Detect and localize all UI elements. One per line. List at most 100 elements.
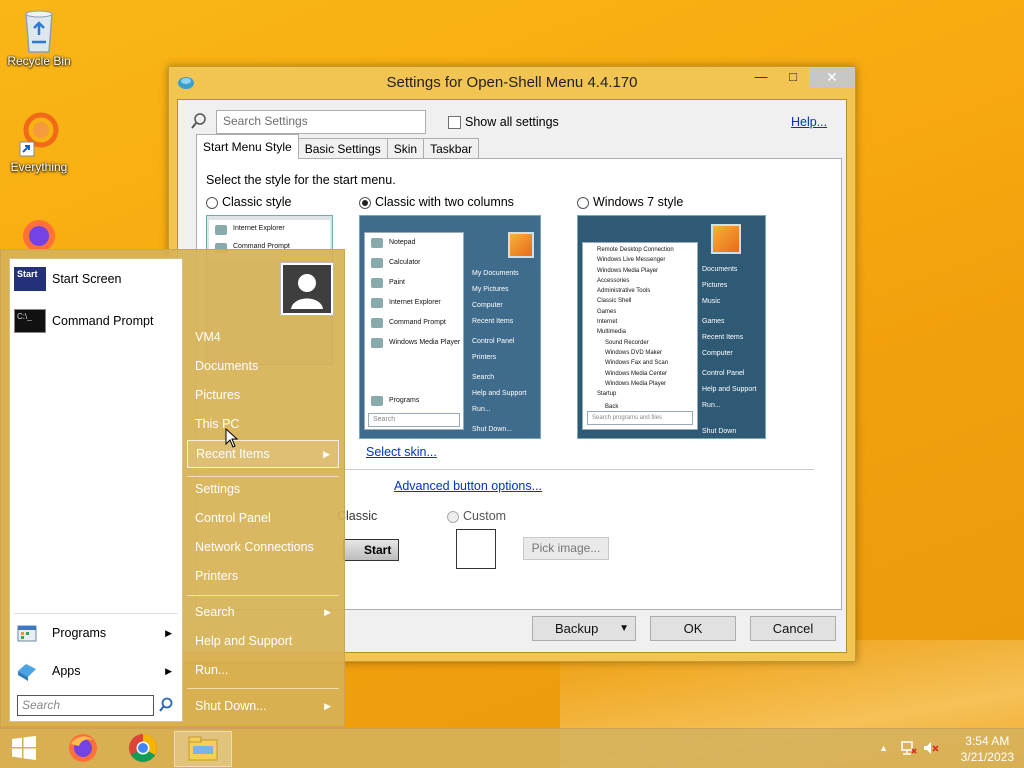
cmd-icon: C:\_ bbox=[14, 309, 46, 333]
search-settings-input[interactable]: Search Settings bbox=[216, 110, 426, 134]
two-columns-preview[interactable]: Notepad Calculator Paint Internet Explor… bbox=[359, 215, 541, 439]
start-menu-item-pictures[interactable]: Pictures bbox=[187, 382, 339, 408]
chevron-right-icon: ▶ bbox=[324, 607, 331, 617]
windows7-style-preview[interactable]: Remote Desktop Connection Windows Live M… bbox=[577, 215, 766, 439]
preview-item: Windows Media Player bbox=[597, 267, 659, 274]
maximize-button[interactable]: □ bbox=[777, 67, 809, 87]
preview-item: Music bbox=[702, 298, 721, 305]
preview-right-column: My Documents My Pictures Computer Recent… bbox=[472, 266, 538, 438]
search-icon[interactable] bbox=[158, 697, 174, 716]
start-menu-item-printers[interactable]: Printers bbox=[187, 563, 339, 589]
windows-start-button[interactable] bbox=[0, 731, 48, 767]
preview-item: Shut Down... bbox=[472, 426, 513, 433]
recycle-bin-shortcut[interactable]: Recycle Bin bbox=[0, 6, 78, 68]
radio-two-columns[interactable] bbox=[359, 196, 371, 209]
search-label: Search bbox=[195, 605, 235, 619]
radio-custom[interactable] bbox=[447, 510, 459, 523]
start-menu: Start Start Screen C:\_ Command Prompt P… bbox=[0, 249, 345, 727]
classic-style-radio[interactable]: Classic style bbox=[206, 195, 291, 209]
custom-button-radio[interactable]: Custom bbox=[447, 509, 506, 523]
preview-item: Help and Support bbox=[472, 390, 527, 397]
custom-button-label: Custom bbox=[463, 509, 507, 523]
ok-button[interactable]: OK bbox=[650, 616, 736, 641]
everything-icon bbox=[17, 112, 61, 157]
printers-label: Printers bbox=[195, 569, 239, 583]
checkbox-box[interactable] bbox=[448, 116, 461, 130]
taskbar-file-explorer[interactable] bbox=[174, 731, 232, 767]
programs-item[interactable]: Programs ▶ bbox=[14, 621, 178, 645]
radio-classic[interactable] bbox=[206, 196, 218, 209]
preview-item: Pictures bbox=[702, 282, 728, 289]
start-button-preview: Start bbox=[343, 539, 399, 561]
start-menu-item-this-pc[interactable]: This PC bbox=[187, 411, 339, 437]
show-hidden-icons-icon[interactable]: ▲ bbox=[879, 743, 888, 753]
start-search-input[interactable]: Search bbox=[17, 695, 154, 716]
start-menu-item-recent-items[interactable]: Recent Items ▶ bbox=[187, 440, 339, 468]
start-menu-item-vm4[interactable]: VM4 bbox=[187, 324, 339, 350]
windows-start-icon bbox=[11, 735, 37, 764]
chrome-icon bbox=[127, 732, 159, 767]
help-link[interactable]: Help... bbox=[791, 115, 827, 129]
custom-image-preview bbox=[456, 529, 496, 569]
start-menu-item-network-connections[interactable]: Network Connections bbox=[187, 534, 339, 560]
start-screen-label: Start Screen bbox=[52, 272, 122, 286]
show-all-settings-checkbox[interactable]: Show all settings bbox=[448, 115, 559, 130]
taskbar: ▲ 3:54 AM 3/21/2023 bbox=[0, 728, 1024, 768]
firefox-icon bbox=[67, 732, 99, 767]
start-menu-item-run[interactable]: Run... bbox=[187, 657, 339, 683]
preview-item: Paint bbox=[365, 273, 463, 293]
apps-item[interactable]: Apps ▶ bbox=[14, 659, 178, 683]
preview-item: Games bbox=[597, 308, 617, 315]
preview-item: Administrative Tools bbox=[597, 288, 651, 295]
everything-shortcut[interactable]: Everything bbox=[0, 112, 78, 174]
preview-item: Control Panel bbox=[472, 338, 515, 345]
start-menu-left-pane: Start Start Screen C:\_ Command Prompt P… bbox=[9, 258, 183, 722]
cancel-button[interactable]: Cancel bbox=[750, 616, 836, 641]
start-menu-item-settings[interactable]: Settings bbox=[187, 476, 339, 502]
documents-label: Documents bbox=[195, 359, 259, 373]
everything-label: Everything bbox=[10, 160, 68, 174]
taskbar-firefox[interactable] bbox=[54, 731, 112, 767]
select-skin-link[interactable]: Select skin... bbox=[366, 445, 437, 459]
preview-item: Remote Desktop Connection bbox=[597, 247, 674, 253]
network-icon[interactable] bbox=[900, 740, 918, 759]
tab-start-menu-style[interactable]: Start Menu Style bbox=[196, 134, 299, 159]
preview-item: Search bbox=[472, 374, 495, 381]
divider bbox=[187, 595, 339, 596]
tab-skin[interactable]: Skin bbox=[386, 138, 425, 159]
chevron-right-icon: ▶ bbox=[323, 449, 330, 459]
preview-left-column: Notepad Calculator Paint Internet Explor… bbox=[364, 232, 464, 430]
start-menu-item-control-panel[interactable]: Control Panel bbox=[187, 505, 339, 531]
close-button[interactable]: ✕ bbox=[809, 67, 855, 87]
system-clock[interactable]: 3:54 AM 3/21/2023 bbox=[961, 733, 1014, 765]
radio-windows7[interactable] bbox=[577, 196, 589, 209]
preview-item: Windows Media Center bbox=[605, 370, 668, 377]
shut-down-label: Shut Down... bbox=[195, 699, 267, 713]
control-panel-label: Control Panel bbox=[195, 511, 271, 525]
preview-item: Notepad bbox=[365, 233, 463, 253]
tab-basic-settings[interactable]: Basic Settings bbox=[297, 138, 388, 159]
advanced-button-options-link[interactable]: Advanced button options... bbox=[394, 479, 542, 493]
pick-image-button[interactable]: Pick image... bbox=[523, 537, 609, 560]
recycle-bin-icon bbox=[17, 6, 61, 53]
two-columns-radio[interactable]: Classic with two columns bbox=[359, 195, 514, 209]
vm4-label: VM4 bbox=[195, 330, 221, 344]
taskbar-chrome[interactable] bbox=[114, 731, 172, 767]
start-menu-item-search[interactable]: Search ▶ bbox=[187, 599, 339, 625]
programs-icon bbox=[14, 621, 46, 645]
command-prompt-item[interactable]: C:\_ Command Prompt bbox=[14, 309, 153, 333]
start-menu-item-documents[interactable]: Documents bbox=[187, 353, 339, 379]
backup-button[interactable]: Backup ▼ bbox=[532, 616, 636, 641]
volume-muted-icon[interactable] bbox=[922, 740, 940, 759]
clock-time: 3:54 AM bbox=[965, 734, 1010, 748]
user-avatar[interactable] bbox=[280, 262, 334, 316]
minimize-button[interactable]: — bbox=[745, 67, 777, 87]
tab-taskbar[interactable]: Taskbar bbox=[423, 138, 480, 159]
windows7-style-radio[interactable]: Windows 7 style bbox=[577, 195, 683, 209]
preview-item: Printers bbox=[472, 354, 497, 361]
preview-item: Windows Fax and Scan bbox=[605, 360, 669, 367]
start-menu-item-help-and-support[interactable]: Help and Support bbox=[187, 628, 339, 654]
programs-label: Programs bbox=[52, 626, 107, 640]
start-screen-item[interactable]: Start Start Screen bbox=[14, 267, 121, 291]
start-menu-item-shut-down[interactable]: Shut Down... ▶ bbox=[187, 693, 339, 719]
